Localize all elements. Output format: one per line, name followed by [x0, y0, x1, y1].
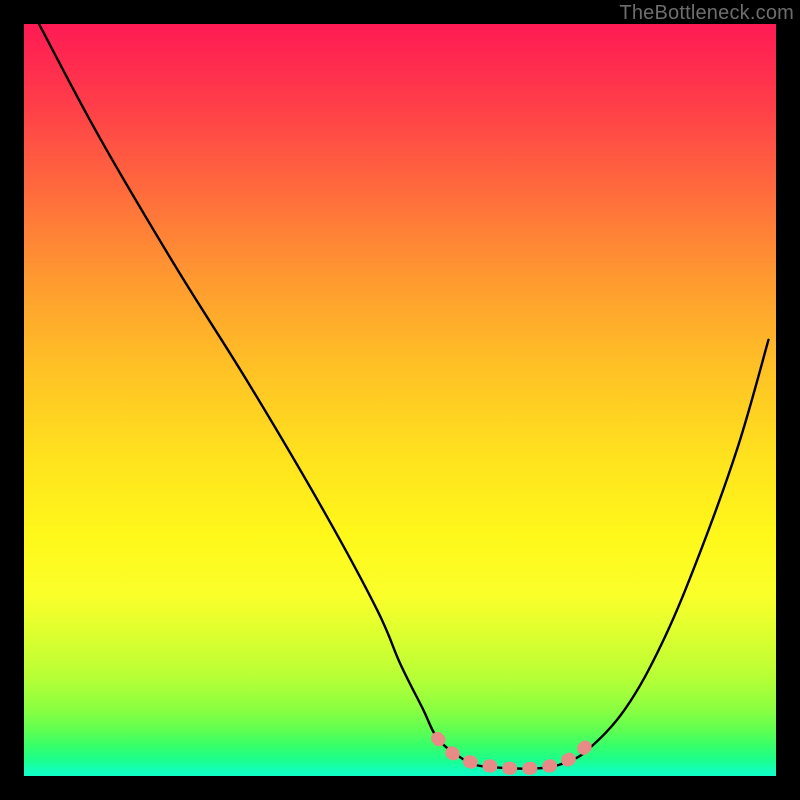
watermark-text: TheBottleneck.com — [619, 2, 794, 25]
chart-canvas: TheBottleneck.com — [0, 0, 800, 800]
chart-overlay — [24, 24, 776, 776]
plot-area — [24, 24, 776, 776]
highlight-segment — [438, 738, 588, 768]
curve-line — [39, 24, 768, 769]
